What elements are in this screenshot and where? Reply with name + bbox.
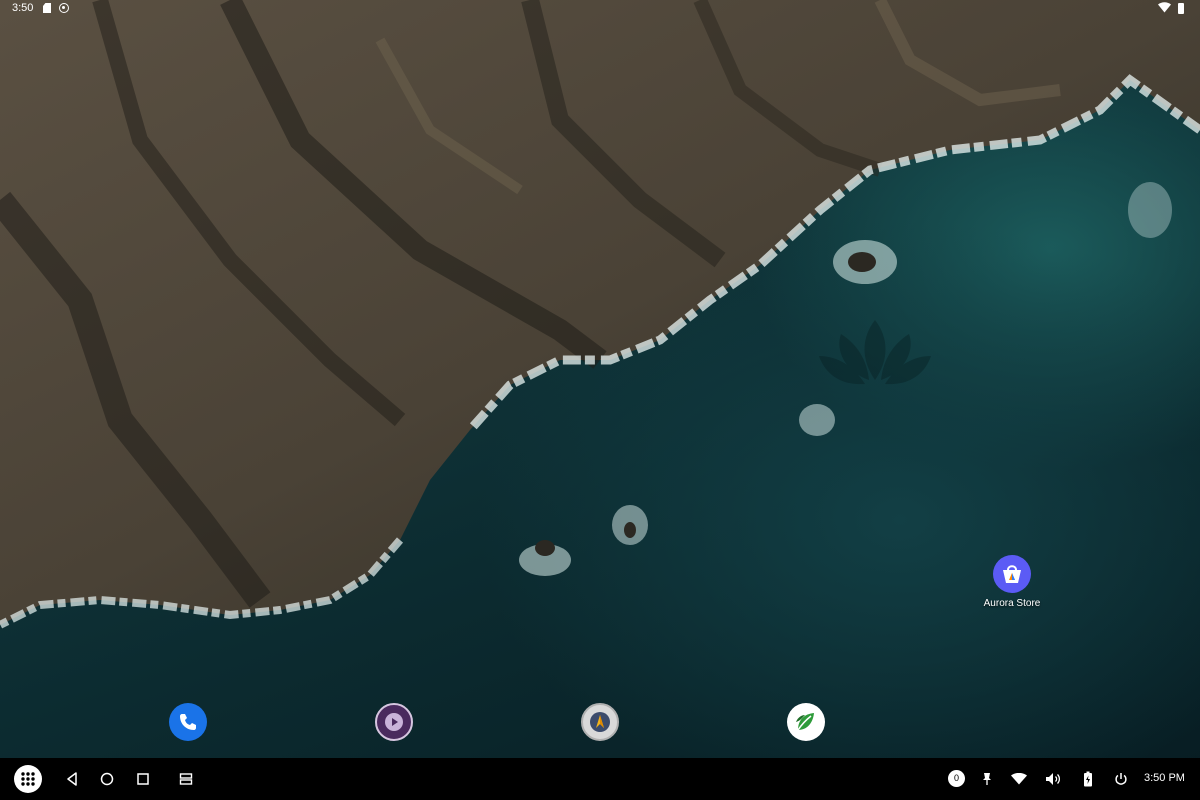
volume-button[interactable] [1043,769,1063,789]
dock-app-phone[interactable] [169,703,207,741]
desktop-shortcut-aurora-store[interactable]: Aurora Store [980,555,1044,609]
aurora-store-icon [993,555,1031,593]
notification-count-badge[interactable]: 0 [948,770,965,787]
wifi-button[interactable] [1009,769,1029,789]
recents-icon [137,773,149,785]
pin-icon [983,773,991,785]
apps-grid-icon [21,772,35,786]
wifi-icon [1158,2,1171,13]
battery-icon [1178,3,1184,14]
wallpaper-art [0,0,1200,629]
migration-app-icon [590,712,610,732]
lotus-watermark-icon [819,320,931,385]
recents-button[interactable] [133,769,153,789]
pin-button[interactable] [978,769,996,789]
back-button[interactable] [62,769,82,789]
power-icon [1115,773,1127,785]
back-icon [67,772,77,786]
status-time: 3:50 [12,2,34,14]
dock-app-migration[interactable] [581,703,619,741]
green-leaf-app-icon [796,713,814,731]
phone-icon [180,714,196,730]
dock-app-green-leaf[interactable] [787,703,825,741]
home-button[interactable] [97,769,117,789]
sync-icon [59,3,69,13]
apps-grid-button[interactable] [14,765,42,793]
battery-icon [1084,771,1092,787]
split-window-icon [179,773,193,785]
media-player-icon [385,713,403,731]
taskbar-clock[interactable]: 3:50 PM [1144,772,1185,784]
home-icon [100,772,114,786]
taskbar: 0 3:50 PM [0,758,1200,800]
wifi-icon [1011,773,1027,785]
volume-icon [1046,773,1061,785]
dock-app-media-player[interactable] [375,703,413,741]
wallpaper [0,0,1200,800]
split-window-button[interactable] [176,769,196,789]
battery-button[interactable] [1078,769,1098,789]
aurora-store-label: Aurora Store [983,598,1041,609]
sd-card-icon [43,3,51,13]
status-bar: 3:50 [0,0,1200,18]
power-button[interactable] [1111,769,1131,789]
